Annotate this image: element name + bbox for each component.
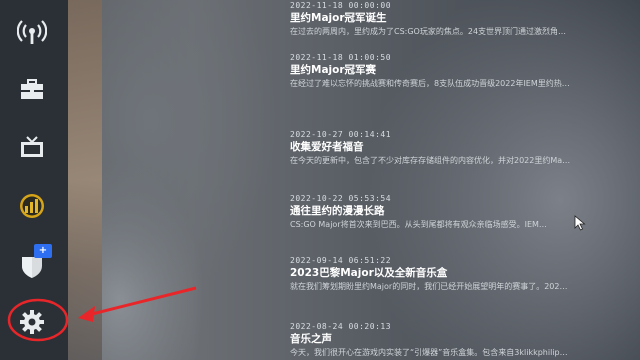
briefcase-icon [21,79,43,99]
sidebar: + [0,0,68,360]
news-title[interactable]: 音乐之声 [290,332,635,347]
new-badge: + [34,244,52,258]
news-summary: 就在我们筹划期盼里约Major的同时，我们已经开始展望明年的赛事了。202… [290,282,568,291]
mouse-cursor-icon [574,215,586,231]
news-date: 2022-11-18 00:00:00 [290,1,392,10]
news-title[interactable]: 里约Major冠军诞生 [290,11,635,26]
background-image-strip [66,0,102,360]
news-title[interactable]: 2023巴黎Major以及全新音乐盒 [290,266,635,281]
news-item[interactable]: 2022-10-27 00:14:41 收集爱好者福音 在今天的更新中，包含了不… [290,129,635,167]
rank-icon [20,194,44,218]
news-date: 2022-10-27 00:14:41 [290,130,392,139]
sidebar-item-settings[interactable] [14,304,50,340]
sidebar-item-watch[interactable] [14,130,50,166]
news-title[interactable]: 收集爱好者福音 [290,140,635,155]
news-item[interactable]: 2022-11-18 01:00:50 里约Major冠军赛 在经过了难以忘怀的… [290,52,635,90]
news-title[interactable]: 里约Major冠军赛 [290,63,635,78]
news-summary: 在经过了难以忘怀的挑战赛和传奇赛后，8支队伍成功晋级2022年IEM里约热… [290,79,570,88]
sidebar-item-inventory[interactable] [14,72,50,108]
news-date: 2022-11-18 01:00:50 [290,53,392,62]
news-item[interactable]: 2022-09-14 06:51:22 2023巴黎Major以及全新音乐盒 就… [290,255,635,293]
news-item[interactable]: 2022-11-18 00:00:00 里约Major冠军诞生 在过去的两周内，… [290,0,635,38]
gear-icon [20,310,44,334]
news-summary: 在今天的更新中，包含了不少对库存存储组件的内容优化，并对2022里约Ma… [290,156,571,165]
sidebar-item-rank[interactable] [14,188,50,224]
broadcast-icon [17,20,47,44]
news-feed: 2022-11-18 00:00:00 里约Major冠军诞生 在过去的两周内，… [290,0,640,360]
news-date: 2022-09-14 06:51:22 [290,256,392,265]
news-date: 2022-08-24 00:20:13 [290,322,392,331]
tv-icon [21,136,43,157]
sidebar-item-broadcast[interactable] [14,15,50,51]
news-summary: 在过去的两周内，里约成为了CS:GO玩家的焦点。24支世界顶门通过激烈角… [290,27,567,36]
news-item[interactable]: 2022-08-24 00:20:13 音乐之声 今天，我们很开心在游戏内实装了… [290,321,635,359]
news-date: 2022-10-22 05:53:54 [290,194,392,203]
news-summary: 今天，我们很开心在游戏内实装了“引爆器”音乐盒集。包含来自3klikkphili… [290,348,568,357]
